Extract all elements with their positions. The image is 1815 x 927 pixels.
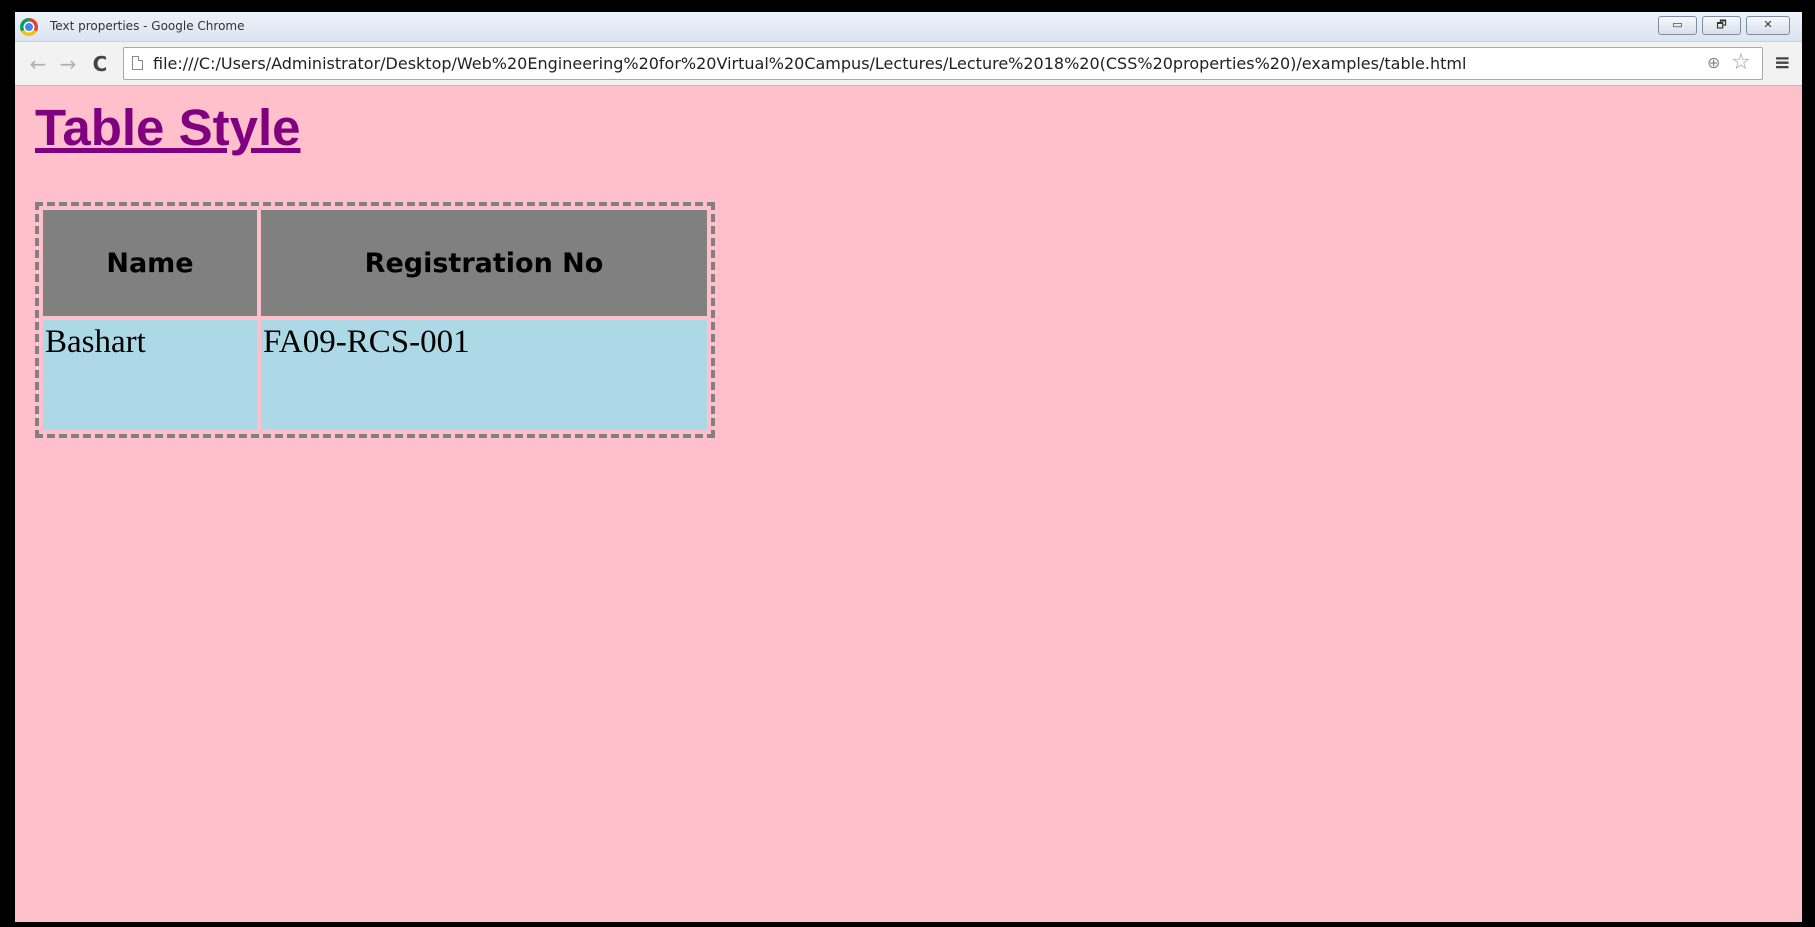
menu-icon[interactable]: ≡ — [1774, 50, 1791, 74]
table-row: Bashart FA09-RCS-001 — [43, 320, 707, 430]
column-header-registration: Registration No — [261, 210, 707, 316]
back-arrow-icon[interactable]: ← — [25, 51, 51, 77]
forward-arrow-icon[interactable]: → — [55, 51, 81, 77]
table-cell-registration: FA09-RCS-001 — [261, 320, 707, 430]
page-title: Table Style — [35, 99, 301, 156]
student-table: Name Registration No Bashart FA09-RCS-00… — [35, 202, 715, 438]
window-title: Text properties - Google Chrome — [50, 19, 245, 33]
browser-window: Text properties - Google Chrome ▭ 🗗 ✕ ← … — [15, 12, 1802, 922]
browser-toolbar: ← → C file:///C:/Users/Administrator/Des… — [15, 42, 1802, 86]
address-bar[interactable]: file:///C:/Users/Administrator/Desktop/W… — [123, 47, 1763, 80]
close-button[interactable]: ✕ — [1746, 16, 1790, 35]
chrome-logo-icon — [20, 18, 38, 36]
reload-icon[interactable]: C — [87, 51, 113, 77]
title-bar: Text properties - Google Chrome ▭ 🗗 ✕ — [15, 12, 1802, 42]
url-text[interactable]: file:///C:/Users/Administrator/Desktop/W… — [153, 54, 1466, 73]
table-header-row: Name Registration No — [43, 210, 707, 316]
table-cell-name: Bashart — [43, 320, 257, 430]
restore-button[interactable]: 🗗 — [1702, 16, 1741, 35]
bookmark-star-icon[interactable]: ☆ — [1731, 50, 1751, 75]
zoom-icon[interactable]: ⊕ — [1707, 53, 1720, 72]
minimize-button[interactable]: ▭ — [1658, 16, 1697, 35]
column-header-name: Name — [43, 210, 257, 316]
page-content: Table Style Name Registration No Bashart… — [15, 87, 1802, 922]
page-icon — [132, 56, 143, 70]
